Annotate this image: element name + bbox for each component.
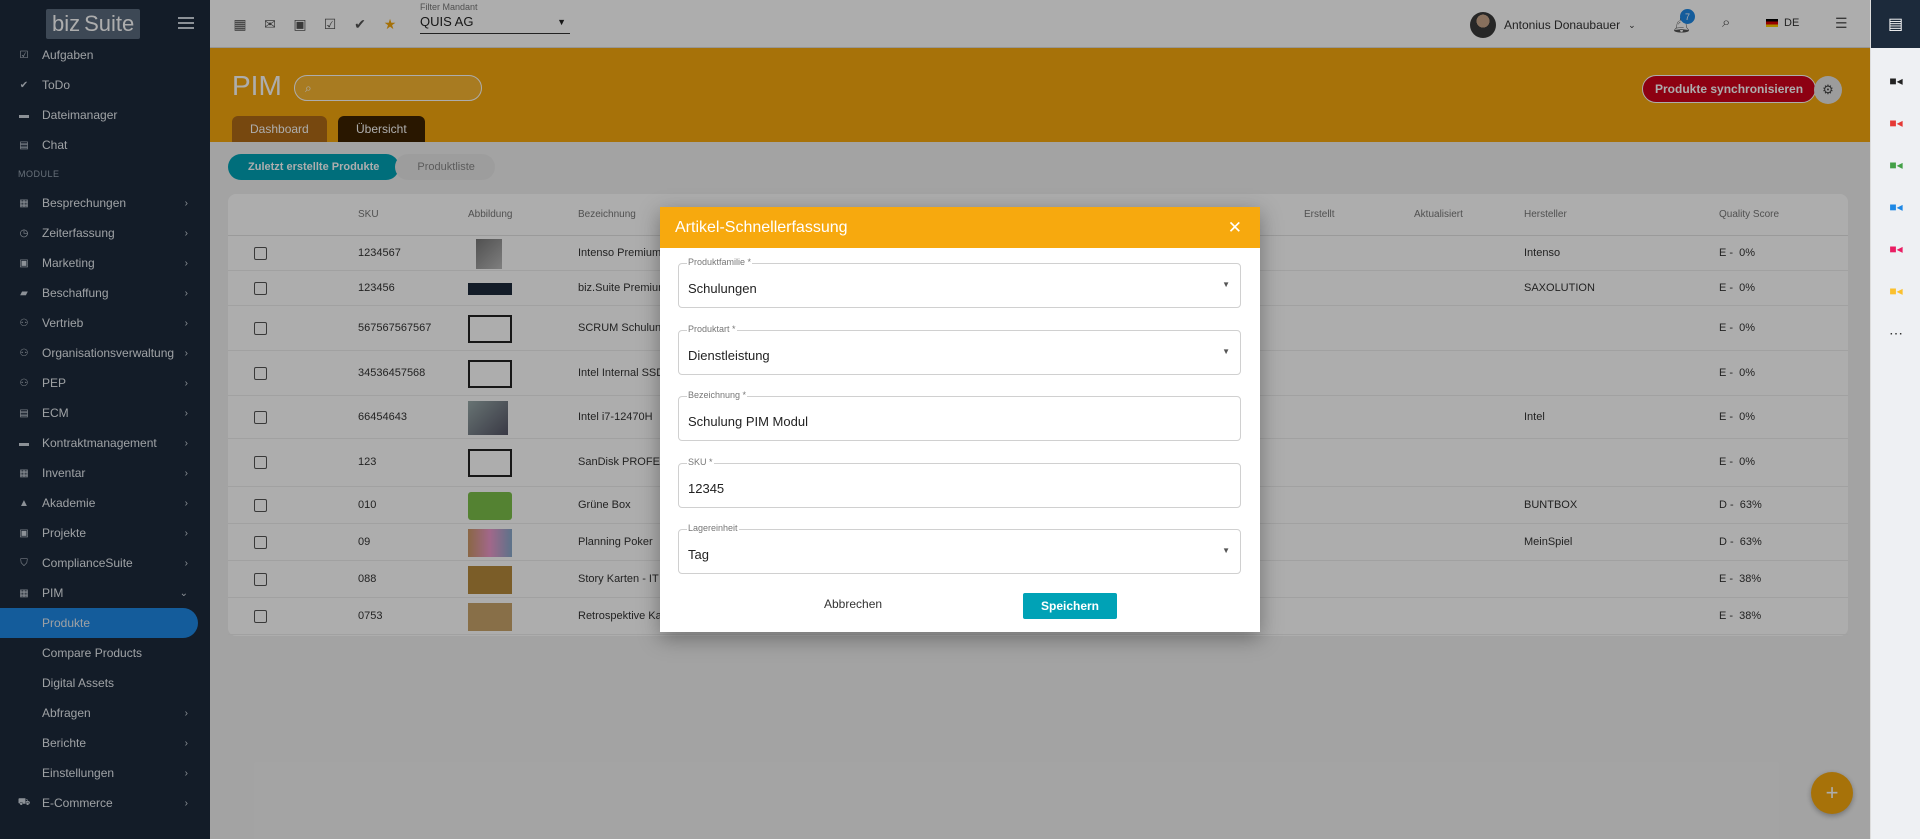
- video-icon-black[interactable]: ■◂: [1871, 60, 1920, 102]
- close-icon[interactable]: ✕: [1228, 218, 1242, 238]
- field-label: Produktart *: [687, 324, 737, 334]
- dialog-title: Artikel-Schnellerfassung: [675, 218, 848, 236]
- field-label: Bezeichnung *: [687, 390, 748, 400]
- dialog-header: Artikel-Schnellerfassung ✕: [660, 207, 1260, 248]
- field-label: Produktfamilie *: [687, 257, 753, 267]
- video-icon-pink[interactable]: ■◂: [1871, 228, 1920, 270]
- field-label: SKU *: [687, 457, 714, 467]
- caret-down-icon: ▼: [1222, 546, 1230, 555]
- field-label: Lagereinheit: [687, 523, 739, 533]
- caret-down-icon: ▼: [1222, 280, 1230, 289]
- field-value: Tag: [688, 547, 709, 562]
- video-icon-green[interactable]: ■◂: [1871, 144, 1920, 186]
- chat-panel-icon[interactable]: ▤: [1871, 0, 1920, 48]
- caret-down-icon: ▼: [1222, 347, 1230, 356]
- save-button[interactable]: Speichern: [1023, 593, 1117, 619]
- field-value: 12345: [688, 481, 725, 496]
- right-rail: ▤ ■◂ ■◂ ■◂ ■◂ ■◂ ■◂ ⋯: [1870, 0, 1920, 839]
- field-lagereinheit[interactable]: Lagereinheit Tag ▼: [678, 523, 1241, 574]
- field-sku[interactable]: SKU * 12345: [678, 457, 1241, 508]
- video-icon-yellow[interactable]: ■◂: [1871, 270, 1920, 312]
- more-icon[interactable]: ⋯: [1871, 312, 1920, 354]
- field-produktart[interactable]: Produktart * Dienstleistung ▼: [678, 324, 1241, 375]
- field-value: Dienstleistung: [688, 348, 770, 363]
- video-icon-red[interactable]: ■◂: [1871, 102, 1920, 144]
- field-bezeichnung[interactable]: Bezeichnung * Schulung PIM Modul: [678, 390, 1241, 441]
- quick-entry-dialog: Artikel-Schnellerfassung ✕ Produktfamili…: [660, 207, 1260, 632]
- video-icon-blue[interactable]: ■◂: [1871, 186, 1920, 228]
- cancel-button[interactable]: Abbrechen: [824, 597, 882, 611]
- field-value: Schulungen: [688, 281, 757, 296]
- field-value: Schulung PIM Modul: [688, 414, 808, 429]
- field-produktfamilie[interactable]: Produktfamilie * Schulungen ▼: [678, 257, 1241, 308]
